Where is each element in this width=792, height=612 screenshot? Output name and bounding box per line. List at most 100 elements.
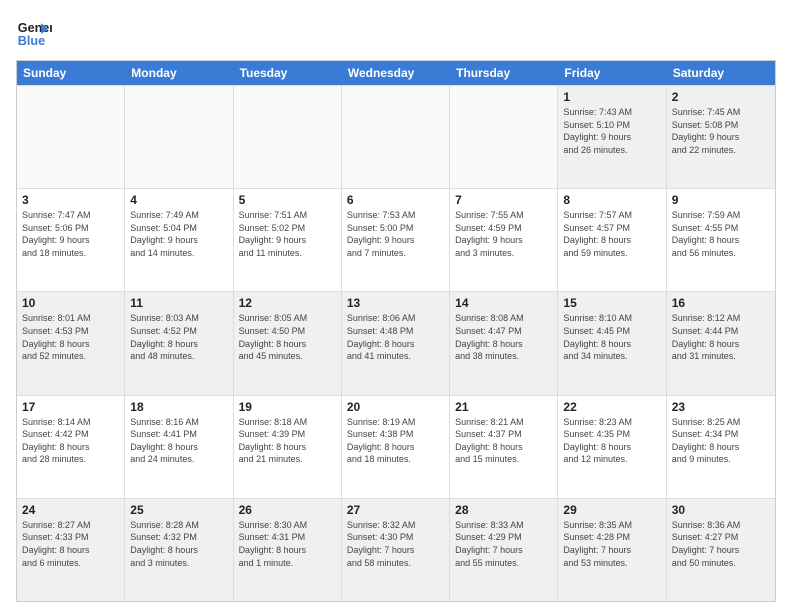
calendar-row-3: 17Sunrise: 8:14 AM Sunset: 4:42 PM Dayli… xyxy=(17,395,775,498)
day-number: 26 xyxy=(239,503,336,517)
day-cell-26: 26 Sunrise: 8:30 AM Sunset: 4:31 PM Dayli… xyxy=(234,499,342,601)
day-number: 13 xyxy=(347,296,444,310)
day-info: Sunrise: 7:49 AM Sunset: 5:04 PM Dayligh… xyxy=(130,209,227,259)
weekday-header-tuesday: Tuesday xyxy=(234,61,342,85)
day-info: Sunrise: 8:21 AM Sunset: 4:37 PM Dayligh… xyxy=(455,416,552,466)
day-info: Sunrise: 7:51 AM Sunset: 5:02 PM Dayligh… xyxy=(239,209,336,259)
empty-cell xyxy=(234,86,342,188)
day-cell-19: 19 Sunrise: 8:18 AM Sunset: 4:39 PM Dayli… xyxy=(234,396,342,498)
day-info: Sunrise: 8:30 AM Sunset: 4:31 PM Dayligh… xyxy=(239,519,336,569)
weekday-header-thursday: Thursday xyxy=(450,61,558,85)
empty-cell xyxy=(17,86,125,188)
day-cell-10: 10 Sunrise: 8:01 AM Sunset: 4:53 PM Dayli… xyxy=(17,292,125,394)
day-number: 21 xyxy=(455,400,552,414)
day-cell-25: 25Sunrise: 8:28 AM Sunset: 4:32 PM Dayli… xyxy=(125,499,233,601)
day-number: 15 xyxy=(563,296,660,310)
day-cell-14: 14Sunrise: 8:08 AM Sunset: 4:47 PM Dayli… xyxy=(450,292,558,394)
day-cell-7: 7 Sunrise: 7:55 AM Sunset: 4:59 PM Daylig… xyxy=(450,189,558,291)
day-number: 14 xyxy=(455,296,552,310)
calendar-body: 1 Sunrise: 7:43 AM Sunset: 5:10 PM Daylig… xyxy=(17,85,775,601)
weekday-header-sunday: Sunday xyxy=(17,61,125,85)
day-info: Sunrise: 8:01 AM Sunset: 4:53 PM Dayligh… xyxy=(22,312,119,362)
day-number: 12 xyxy=(239,296,336,310)
day-number: 1 xyxy=(563,90,660,104)
day-number: 28 xyxy=(455,503,552,517)
day-info: Sunrise: 8:32 AM Sunset: 4:30 PM Dayligh… xyxy=(347,519,444,569)
day-cell-6: 6 Sunrise: 7:53 AM Sunset: 5:00 PM Daylig… xyxy=(342,189,450,291)
day-cell-5: 5 Sunrise: 7:51 AM Sunset: 5:02 PM Daylig… xyxy=(234,189,342,291)
calendar-row-0: 1 Sunrise: 7:43 AM Sunset: 5:10 PM Daylig… xyxy=(17,85,775,188)
logo-icon: General Blue xyxy=(16,16,52,52)
day-number: 17 xyxy=(22,400,119,414)
day-info: Sunrise: 8:35 AM Sunset: 4:28 PM Dayligh… xyxy=(563,519,660,569)
day-info: Sunrise: 8:27 AM Sunset: 4:33 PM Dayligh… xyxy=(22,519,119,569)
day-cell-27: 27 Sunrise: 8:32 AM Sunset: 4:30 PM Dayli… xyxy=(342,499,450,601)
day-info: Sunrise: 8:05 AM Sunset: 4:50 PM Dayligh… xyxy=(239,312,336,362)
day-cell-8: 8 Sunrise: 7:57 AM Sunset: 4:57 PM Daylig… xyxy=(558,189,666,291)
day-info: Sunrise: 7:45 AM Sunset: 5:08 PM Dayligh… xyxy=(672,106,770,156)
day-cell-21: 21 Sunrise: 8:21 AM Sunset: 4:37 PM Dayli… xyxy=(450,396,558,498)
day-info: Sunrise: 8:10 AM Sunset: 4:45 PM Dayligh… xyxy=(563,312,660,362)
day-info: Sunrise: 7:57 AM Sunset: 4:57 PM Dayligh… xyxy=(563,209,660,259)
day-cell-24: 24 Sunrise: 8:27 AM Sunset: 4:33 PM Dayli… xyxy=(17,499,125,601)
day-cell-15: 15 Sunrise: 8:10 AM Sunset: 4:45 PM Dayli… xyxy=(558,292,666,394)
day-cell-9: 9 Sunrise: 7:59 AM Sunset: 4:55 PM Daylig… xyxy=(667,189,775,291)
day-number: 10 xyxy=(22,296,119,310)
day-number: 30 xyxy=(672,503,770,517)
day-number: 9 xyxy=(672,193,770,207)
day-cell-30: 30Sunrise: 8:36 AM Sunset: 4:27 PM Dayli… xyxy=(667,499,775,601)
day-info: Sunrise: 8:12 AM Sunset: 4:44 PM Dayligh… xyxy=(672,312,770,362)
day-info: Sunrise: 7:59 AM Sunset: 4:55 PM Dayligh… xyxy=(672,209,770,259)
day-info: Sunrise: 7:53 AM Sunset: 5:00 PM Dayligh… xyxy=(347,209,444,259)
day-cell-3: 3 Sunrise: 7:47 AM Sunset: 5:06 PM Daylig… xyxy=(17,189,125,291)
calendar: SundayMondayTuesdayWednesdayThursdayFrid… xyxy=(16,60,776,602)
day-number: 3 xyxy=(22,193,119,207)
weekday-header-friday: Friday xyxy=(558,61,666,85)
logo: General Blue xyxy=(16,16,52,52)
day-number: 24 xyxy=(22,503,119,517)
page-header: General Blue xyxy=(16,16,776,52)
day-number: 27 xyxy=(347,503,444,517)
day-cell-17: 17Sunrise: 8:14 AM Sunset: 4:42 PM Dayli… xyxy=(17,396,125,498)
calendar-header: SundayMondayTuesdayWednesdayThursdayFrid… xyxy=(17,61,775,85)
day-cell-29: 29Sunrise: 8:35 AM Sunset: 4:28 PM Dayli… xyxy=(558,499,666,601)
day-cell-12: 12 Sunrise: 8:05 AM Sunset: 4:50 PM Dayli… xyxy=(234,292,342,394)
day-number: 19 xyxy=(239,400,336,414)
day-info: Sunrise: 8:23 AM Sunset: 4:35 PM Dayligh… xyxy=(563,416,660,466)
day-info: Sunrise: 7:43 AM Sunset: 5:10 PM Dayligh… xyxy=(563,106,660,156)
day-number: 8 xyxy=(563,193,660,207)
empty-cell xyxy=(125,86,233,188)
day-info: Sunrise: 7:47 AM Sunset: 5:06 PM Dayligh… xyxy=(22,209,119,259)
day-info: Sunrise: 8:28 AM Sunset: 4:32 PM Dayligh… xyxy=(130,519,227,569)
day-number: 6 xyxy=(347,193,444,207)
day-cell-22: 22Sunrise: 8:23 AM Sunset: 4:35 PM Dayli… xyxy=(558,396,666,498)
day-info: Sunrise: 8:19 AM Sunset: 4:38 PM Dayligh… xyxy=(347,416,444,466)
day-number: 7 xyxy=(455,193,552,207)
day-number: 16 xyxy=(672,296,770,310)
day-number: 5 xyxy=(239,193,336,207)
day-cell-13: 13 Sunrise: 8:06 AM Sunset: 4:48 PM Dayli… xyxy=(342,292,450,394)
weekday-header-wednesday: Wednesday xyxy=(342,61,450,85)
day-cell-20: 20 Sunrise: 8:19 AM Sunset: 4:38 PM Dayli… xyxy=(342,396,450,498)
day-info: Sunrise: 7:55 AM Sunset: 4:59 PM Dayligh… xyxy=(455,209,552,259)
day-cell-11: 11 Sunrise: 8:03 AM Sunset: 4:52 PM Dayli… xyxy=(125,292,233,394)
empty-cell xyxy=(450,86,558,188)
calendar-row-4: 24 Sunrise: 8:27 AM Sunset: 4:33 PM Dayli… xyxy=(17,498,775,601)
day-info: Sunrise: 8:03 AM Sunset: 4:52 PM Dayligh… xyxy=(130,312,227,362)
weekday-header-monday: Monday xyxy=(125,61,233,85)
weekday-header-saturday: Saturday xyxy=(667,61,775,85)
empty-cell xyxy=(342,86,450,188)
day-info: Sunrise: 8:33 AM Sunset: 4:29 PM Dayligh… xyxy=(455,519,552,569)
day-number: 4 xyxy=(130,193,227,207)
day-number: 20 xyxy=(347,400,444,414)
day-cell-23: 23Sunrise: 8:25 AM Sunset: 4:34 PM Dayli… xyxy=(667,396,775,498)
day-info: Sunrise: 8:16 AM Sunset: 4:41 PM Dayligh… xyxy=(130,416,227,466)
day-cell-2: 2Sunrise: 7:45 AM Sunset: 5:08 PM Daylig… xyxy=(667,86,775,188)
day-number: 11 xyxy=(130,296,227,310)
day-cell-28: 28 Sunrise: 8:33 AM Sunset: 4:29 PM Dayli… xyxy=(450,499,558,601)
calendar-row-1: 3 Sunrise: 7:47 AM Sunset: 5:06 PM Daylig… xyxy=(17,188,775,291)
day-cell-16: 16 Sunrise: 8:12 AM Sunset: 4:44 PM Dayli… xyxy=(667,292,775,394)
day-info: Sunrise: 8:06 AM Sunset: 4:48 PM Dayligh… xyxy=(347,312,444,362)
day-info: Sunrise: 8:18 AM Sunset: 4:39 PM Dayligh… xyxy=(239,416,336,466)
day-cell-1: 1 Sunrise: 7:43 AM Sunset: 5:10 PM Daylig… xyxy=(558,86,666,188)
